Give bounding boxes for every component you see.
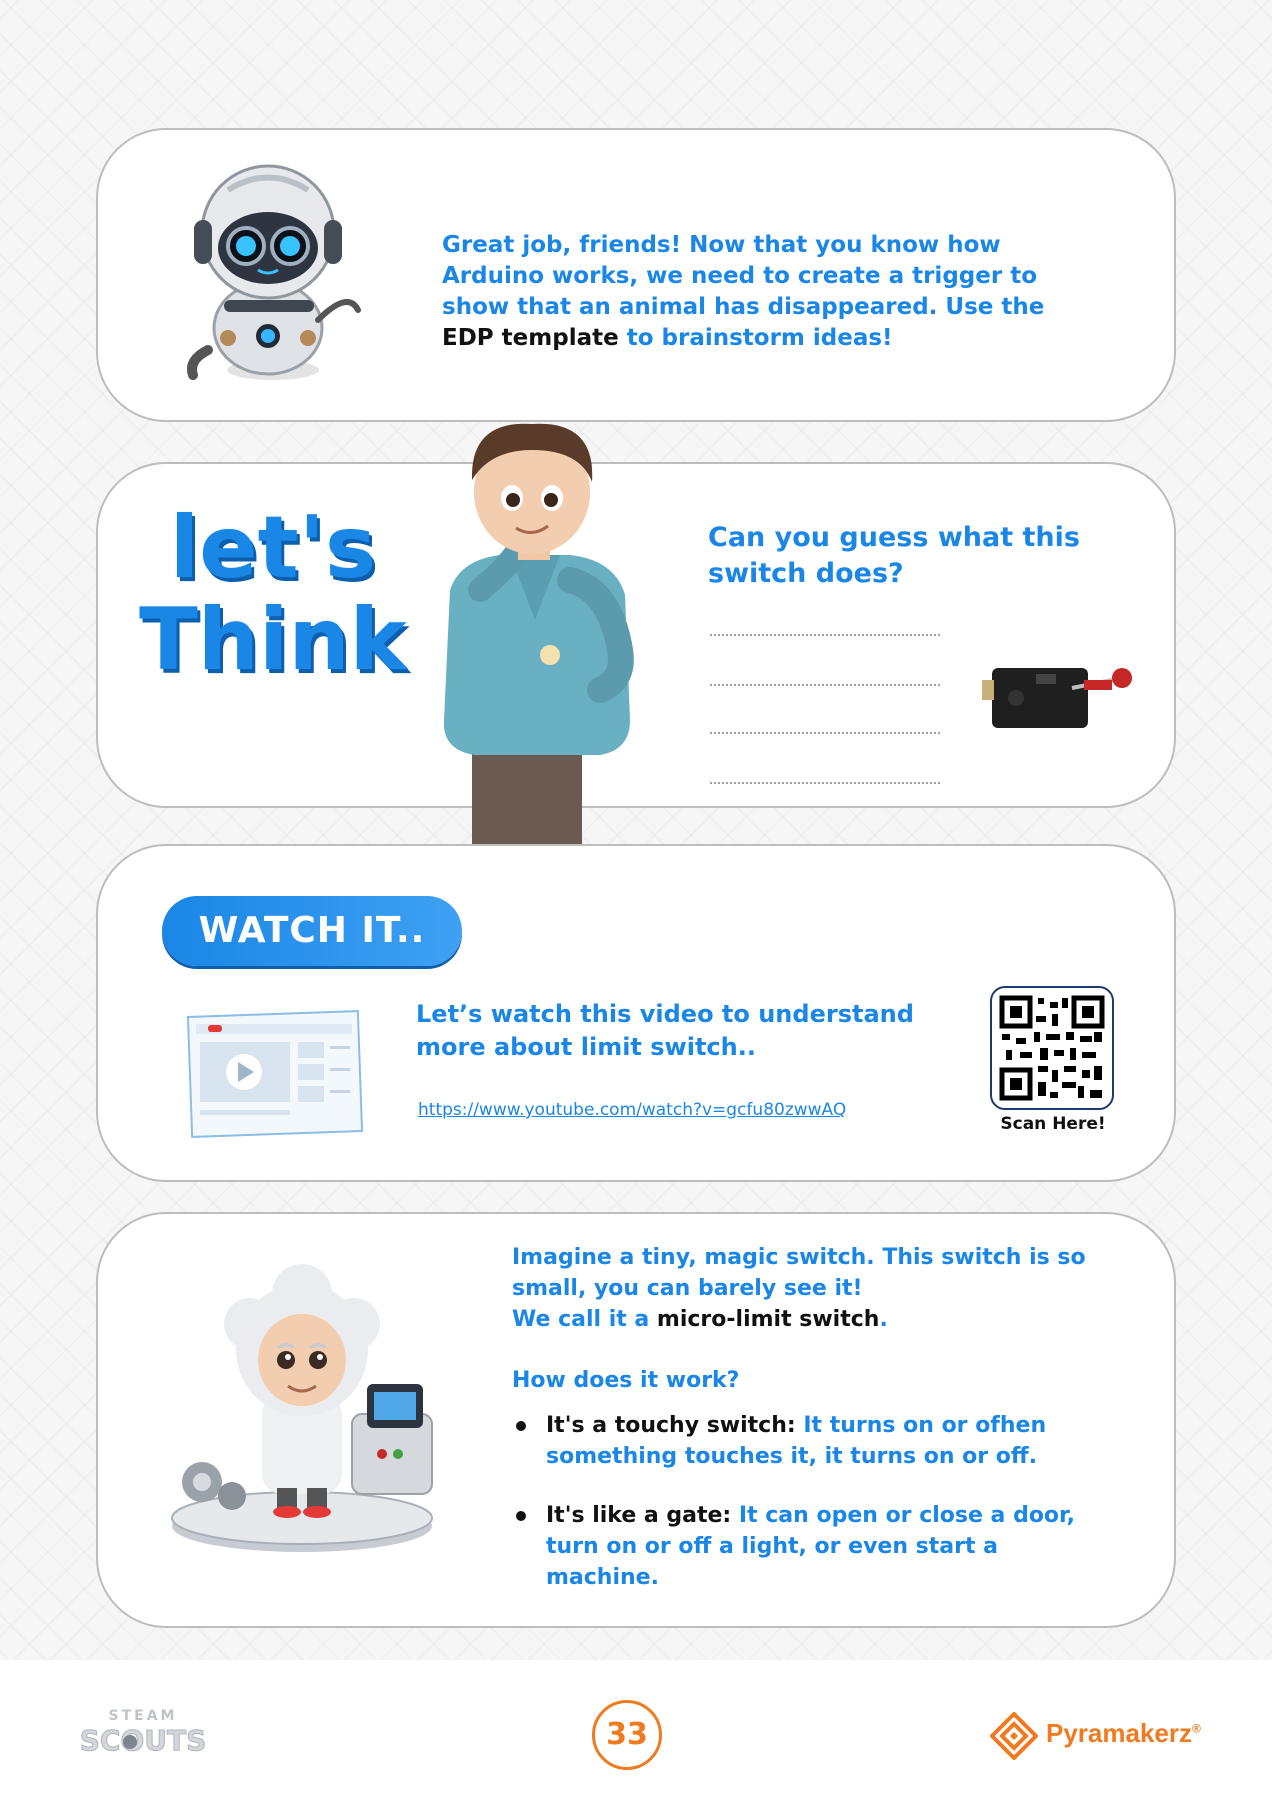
bullet-gate: It's like a gate: It can open or close a… [512,1500,1112,1593]
boy-thinking-illustration [443,423,634,844]
how-does-it-work-heading: How does it work? [512,1368,740,1393]
svg-text:SCOUTS: SCOUTS [80,1724,207,1757]
registered-mark: ® [1192,1721,1201,1736]
micro-switch-intro: Imagine a tiny, magic switch. This switc… [512,1242,1132,1335]
answer-line[interactable] [710,634,940,636]
intro-text-part: to brainstorm ideas! [618,325,893,351]
intro-sentence: We call it a [512,1307,657,1332]
robot-illustration [187,164,361,380]
bullet-term: It's like a gate: [546,1503,732,1528]
bullet-term: It's a touchy switch: [546,1413,796,1438]
intro-text: Great job, friends! Now that you know ho… [442,230,1082,354]
answer-line[interactable] [710,732,940,734]
micro-switch-card: Imagine a tiny, magic switch. This switc… [96,1212,1176,1628]
limit-switch-image [982,668,1132,728]
qr-code[interactable] [990,986,1114,1110]
bullet-touchy-switch: It's a touchy switch: It turns on or ofh… [512,1410,1112,1472]
page-number: 33 [592,1700,662,1770]
bullet-dot [516,1421,526,1431]
intro-sentence: . [879,1307,888,1332]
page-footer: STEAM SCOUTS 33 Pyramakerz® [0,1660,1272,1800]
pyramakerz-logo [990,1712,1038,1760]
svg-text:STEAM: STEAM [109,1708,178,1724]
title-line-1: let's [169,498,377,598]
answer-line[interactable] [710,684,940,686]
question-text: Can you guess what this switch does? [708,522,1080,589]
youtube-link[interactable]: https://www.youtube.com/watch?v=gcfu80zw… [418,1100,958,1120]
video-description: Let’s watch this video to understand mor… [416,1000,914,1061]
bullet-dot [516,1511,526,1521]
answer-line[interactable] [710,782,940,784]
brand-name: Pyramakerz® [1046,1718,1201,1749]
intro-sentence: Imagine a tiny, magic switch. This switc… [512,1245,1086,1301]
video-player-illustration [186,1010,364,1138]
lets-think-title: let's Think [138,502,408,686]
steam-scouts-logo: STEAM SCOUTS [79,1708,207,1758]
scan-here-label: Scan Here! [1000,1114,1106,1134]
edp-template-text: EDP template [442,325,619,351]
brand-text: Pyramakerz [1046,1718,1192,1748]
intro-text-part: Great job, friends! Now that you know ho… [442,232,1045,320]
watch-it-badge: WATCH IT.. [162,896,462,966]
micro-limit-switch-term: micro-limit switch [656,1307,880,1332]
scientist-illustration [171,1264,433,1552]
intro-card: Great job, friends! Now that you know ho… [96,128,1176,422]
watch-it-card: WATCH IT.. Let’s watch this video to und… [96,844,1176,1182]
title-line-2: Think [139,590,407,690]
